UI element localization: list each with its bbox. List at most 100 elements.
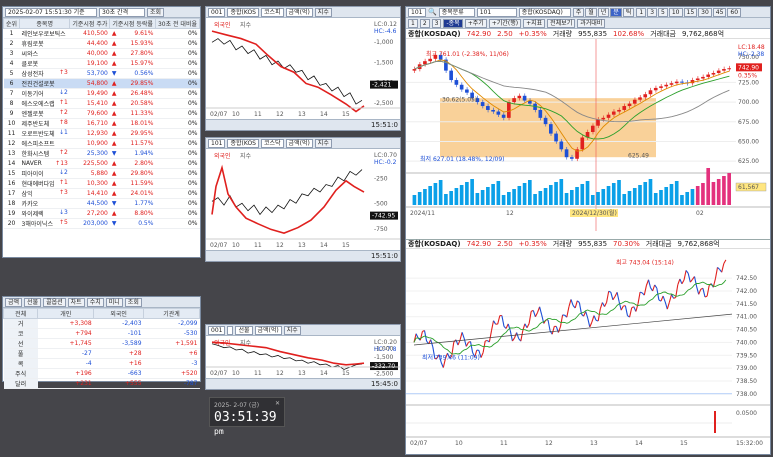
candle-body — [638, 97, 642, 100]
search-icon[interactable]: 🔍 — [428, 8, 437, 16]
main-code-input-2[interactable]: 101 — [476, 7, 517, 17]
mini-type[interactable]: 코스닥 — [260, 138, 284, 148]
investor-tool-button[interactable]: 수치 — [86, 297, 104, 307]
mini-market[interactable]: 종합(KOS — [227, 7, 259, 17]
rank-row[interactable]: 9 엔젤로봇 ↑2 79,600 ▲ 11.33% 0% — [3, 108, 200, 119]
rank-row[interactable]: 18 카카오 44,500 ▼ 1.77% 0% — [3, 198, 200, 209]
main-tab[interactable]: 3 — [431, 18, 442, 28]
main-tool-button[interactable]: -종목 — [443, 18, 463, 28]
mini-unit[interactable]: 금액(억) — [254, 325, 282, 335]
chart-type-button[interactable]: 월 — [585, 7, 597, 17]
period-button[interactable]: 10 — [668, 7, 683, 17]
mini-chart-plot[interactable]: 외국인지수LC:0.12HC:-4.6-1,000-1,500-2,000-2,… — [206, 18, 400, 119]
rank-row[interactable]: 14 NAVER ↑13 225,500 ▲ 2.80% 0% — [3, 158, 200, 169]
intra-price-segment — [601, 302, 605, 307]
investor-tool-button[interactable]: 미니 — [105, 297, 123, 307]
investor-tool-button[interactable]: 조회 — [124, 297, 142, 307]
rank-row[interactable]: 8 에스오에스랩 ↑1 15,410 ▲ 20.58% 0% — [3, 98, 200, 109]
rank-row[interactable]: 6 전진건설로봇 54,800 ▲ 29.85% 0% — [3, 78, 200, 89]
close-icon[interactable]: ✕ — [275, 400, 280, 409]
rank-row[interactable]: 7 이동기어 ↓2 19,490 ▲ 26.48% 0% — [3, 88, 200, 99]
mini-unit[interactable]: 금액(억) — [285, 138, 313, 148]
main-tool-button[interactable]: +기간(행) — [488, 18, 522, 28]
chart-type-button[interactable]: 분 — [610, 7, 622, 17]
main-tool-button[interactable]: 과거대비 — [577, 18, 606, 28]
rank-row[interactable]: 15 피아이이 ↓2 5,880 ▲ 29.80% 0% — [3, 168, 200, 179]
rank-row[interactable]: 11 오로트반도체 ↓1 12,930 ▲ 29.95% 0% — [3, 128, 200, 139]
chart-type-button[interactable]: 틱 — [622, 7, 635, 17]
rank-cell: ▲ 9.61% — [109, 28, 156, 39]
period-button[interactable]: 3 — [647, 7, 658, 17]
rank-cell: 0% — [155, 48, 200, 59]
investor-tool-button[interactable]: 콜옵션 — [43, 297, 66, 307]
investor-tool-button[interactable]: 차트 — [67, 297, 85, 307]
investor-tool-button[interactable]: 선물 — [24, 297, 42, 307]
rank-row[interactable]: 16 현대에버다임 ↑1 10,300 ▲ 11.59% 0% — [3, 178, 200, 189]
chart-type-button[interactable]: 주 — [572, 7, 585, 17]
period-button[interactable]: 60 — [727, 7, 742, 17]
investor-tool-button[interactable]: 금액 — [5, 297, 23, 307]
rank-period-select[interactable]: 30초 간격 — [99, 7, 145, 17]
mini-flag[interactable]: 지수 — [314, 138, 332, 148]
rank-cell: 8 — [3, 98, 20, 109]
mini-scale-hc: HC:-4.6 — [374, 28, 397, 35]
investor-cell: +1,591 — [143, 338, 200, 349]
rank-row[interactable]: 10 제주반도체 ↑8 16,710 ▲ 18.01% 0% — [3, 118, 200, 129]
rank-toolbar: 2025-02-07 15:51:30 기준 30초 간격 조회 — [3, 7, 200, 18]
intra-price-segment — [461, 332, 465, 339]
rank-row[interactable]: 17 삼익 ↑3 14,410 ▲ 24.01% 0% — [3, 188, 200, 199]
rank-row[interactable]: 12 에스피소프트 10,900 ▲ 11.57% 0% — [3, 138, 200, 149]
period-button[interactable]: 1 — [636, 7, 647, 17]
period-button[interactable]: 30 — [698, 7, 712, 17]
mini-code[interactable]: 101 — [208, 138, 226, 148]
rank-row[interactable]: 19 와이제렉 ↓3 27,200 ▲ 8.80% 0% — [3, 208, 200, 219]
investor-cell: -4 — [37, 358, 94, 369]
mini-unit[interactable]: 금액(억) — [285, 7, 313, 17]
mini-code[interactable]: 001 — [208, 325, 226, 335]
main-tool-button[interactable]: 전체보기 — [547, 18, 576, 28]
mini-flag[interactable]: 지수 — [283, 325, 301, 335]
rank-row[interactable]: 13 한화시스템 ↑2 25,300 ▼ 1.94% 0% — [3, 148, 200, 159]
mini-flag[interactable]: 지수 — [314, 7, 332, 17]
main-category[interactable]: 종목분류 — [438, 7, 475, 17]
rank-query-button[interactable]: 조회 — [147, 7, 165, 17]
mini-time: 15:45:0 — [371, 380, 398, 388]
daily-chart[interactable]: 최고 761.01 (-2.38%, 11/06) 최저 627.01 (18.4… — [406, 39, 770, 239]
rank-cell: ▼ 0.56% — [109, 68, 156, 79]
rank-cell: 79,600 — [69, 108, 110, 119]
main-tool-button[interactable]: +주기 — [464, 18, 487, 28]
rank-rate: 0.56% — [134, 70, 154, 77]
period-button[interactable]: 45 — [712, 7, 727, 17]
mini-axis-tick: -750 — [374, 226, 388, 233]
intra-price-segment — [459, 332, 463, 341]
mini-type[interactable]: 선물 — [235, 325, 253, 335]
rank-row[interactable]: 20 3해아이닉스 ↑5 203,000 ▼ 0.5% 0% — [3, 218, 200, 229]
chart-type-button[interactable]: 년 — [597, 7, 610, 17]
rank-row[interactable]: 5 삼성전자 ↑3 53,700 ▼ 0.56% 0% — [3, 68, 200, 79]
main-tab[interactable]: 2 — [419, 18, 430, 28]
rank-move: ↓2 — [58, 169, 68, 176]
mini-market[interactable]: 종합(KOS — [227, 138, 259, 148]
rank-row[interactable]: 1 레인보우로보틱스 410,500 ▲ 9.61% 0% — [3, 28, 200, 39]
period-button[interactable]: 5 — [658, 7, 668, 17]
rank-name: 3해아이닉스 — [21, 221, 53, 228]
main-code-input[interactable]: 101 — [408, 7, 426, 17]
mini-chart-plot[interactable]: 외국인 지수 LC:0.70HC:-0.2 -250 -500 -750 -742.95 02… — [206, 149, 400, 250]
mini-code[interactable]: 001 — [208, 7, 226, 17]
rank-cell: 225,500 — [69, 158, 110, 169]
main-tab[interactable]: 1 — [408, 18, 418, 28]
investor-cell: -27 — [37, 348, 94, 359]
mini-type[interactable]: 코스피 — [260, 7, 284, 17]
rank-arrow: ▼ — [111, 150, 117, 157]
intra-price-segment — [717, 267, 720, 270]
rank-cell: 14,410 — [69, 188, 110, 199]
rank-row[interactable]: 3 씨와스 40,000 ▲ 27.80% 0% — [3, 48, 200, 59]
period-button[interactable]: 15 — [683, 7, 698, 17]
mini-market[interactable] — [227, 325, 234, 335]
intraday-chart[interactable]: 742.50 742.00 741.50 741.00 740.50 740.00 739.… — [406, 249, 770, 454]
rank-row[interactable]: 4 클로봇 19,100 ▲ 15.97% 0% — [3, 58, 200, 69]
rank-row[interactable]: 2 휴림로봇 44,400 ▲ 15.93% 0% — [3, 38, 200, 49]
volume-bar — [722, 176, 726, 205]
main-tool-button[interactable]: +지표 — [523, 18, 546, 28]
mini-chart-plot[interactable]: 외국인지수LC:0.20HC:-7.8-1,000-1,500-2,000-2,… — [206, 336, 400, 378]
